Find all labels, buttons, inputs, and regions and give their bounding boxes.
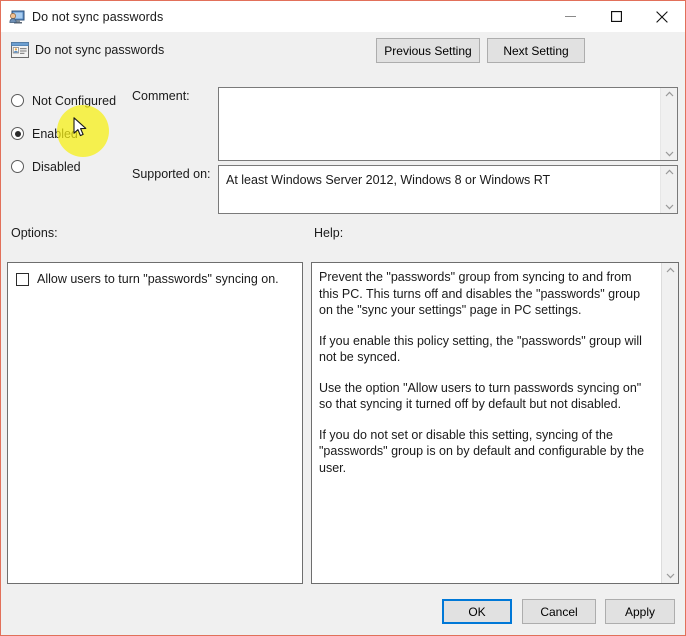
radio-mark-not-configured[interactable] <box>11 94 24 107</box>
cancel-button[interactable]: Cancel <box>522 599 596 624</box>
radio-label-not-configured: Not Configured <box>32 93 117 108</box>
close-icon <box>656 10 668 23</box>
policy-state-radio-group: Not Configured Enabled Disabled <box>11 89 131 188</box>
radio-not-configured[interactable]: Not Configured <box>11 89 131 112</box>
allow-users-checkbox[interactable] <box>16 272 29 286</box>
policy-name: Do not sync passwords <box>35 43 165 57</box>
close-button[interactable] <box>639 1 685 32</box>
radio-enabled[interactable]: Enabled <box>11 122 131 145</box>
options-panel: Allow users to turn "passwords" syncing … <box>7 262 303 584</box>
chevron-down-icon <box>665 204 673 210</box>
help-text: Prevent the "passwords" group from synci… <box>312 263 661 583</box>
radio-mark-disabled[interactable] <box>11 160 24 173</box>
monitor-user-icon <box>9 9 25 25</box>
options-label: Options: <box>11 226 58 240</box>
comment-scrollbar[interactable] <box>660 88 677 160</box>
comment-textbox[interactable] <box>218 87 678 161</box>
maximize-icon <box>610 11 622 22</box>
supported-on-scrollbar[interactable] <box>660 166 677 213</box>
minimize-button[interactable] <box>547 1 593 32</box>
group-policy-setting-dialog: Do not sync passwords Do not sync passwo… <box>0 0 686 636</box>
window-title: Do not sync passwords <box>32 9 164 24</box>
allow-users-checkbox-label: Allow users to turn "passwords" syncing … <box>37 272 279 286</box>
radio-mark-enabled[interactable] <box>11 127 24 140</box>
radio-disabled[interactable]: Disabled <box>11 155 131 178</box>
supported-on-value: At least Windows Server 2012, Windows 8 … <box>226 173 551 187</box>
title-bar: Do not sync passwords <box>1 1 685 32</box>
setting-header: Do not sync passwords Previous Setting N… <box>1 32 685 71</box>
next-setting-button[interactable]: Next Setting <box>487 38 585 63</box>
chevron-up-icon <box>665 169 673 175</box>
chevron-up-icon <box>666 267 674 273</box>
help-scrollbar[interactable] <box>661 263 678 583</box>
apply-button[interactable]: Apply <box>605 599 675 624</box>
minimize-icon <box>564 16 576 17</box>
chevron-down-icon <box>666 573 674 579</box>
help-paragraph-3: Use the option "Allow users to turn pass… <box>319 380 642 412</box>
comment-label: Comment: <box>132 89 190 103</box>
radio-label-enabled: Enabled <box>32 126 78 141</box>
help-paragraph-4: If you do not set or disable this settin… <box>319 427 645 475</box>
help-panel: Prevent the "passwords" group from synci… <box>311 262 679 584</box>
maximize-button[interactable] <box>593 1 639 32</box>
help-paragraph-2: If you enable this policy setting, the "… <box>319 333 642 365</box>
previous-setting-button[interactable]: Previous Setting <box>376 38 480 63</box>
chevron-down-icon <box>665 151 673 157</box>
chevron-up-icon <box>665 91 673 97</box>
comment-value[interactable] <box>219 88 660 160</box>
radio-label-disabled: Disabled <box>32 159 81 174</box>
help-label: Help: <box>314 226 344 240</box>
supported-on-label: Supported on: <box>132 167 211 181</box>
allow-users-checkbox-row[interactable]: Allow users to turn "passwords" syncing … <box>8 263 302 286</box>
help-paragraph-1: Prevent the "passwords" group from synci… <box>319 270 641 317</box>
policy-setting-icon <box>11 42 29 58</box>
window-controls <box>547 1 685 32</box>
supported-on-textbox: At least Windows Server 2012, Windows 8 … <box>218 165 678 214</box>
ok-button[interactable]: OK <box>442 599 512 624</box>
